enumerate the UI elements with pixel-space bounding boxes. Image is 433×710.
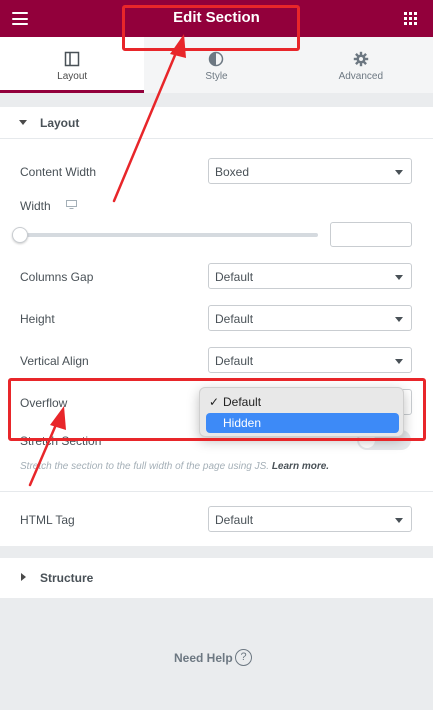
widgets-grid-icon[interactable] — [404, 12, 417, 25]
chevron-down-icon — [395, 170, 403, 175]
half-circle-icon — [209, 51, 224, 67]
chevron-down-icon — [395, 359, 403, 364]
structure-section-title: Structure — [40, 571, 94, 585]
stretch-section-description: Stretch the section to the full width of… — [20, 461, 329, 472]
content-width-label: Content Width — [20, 165, 97, 179]
desktop-monitor-icon[interactable] — [66, 200, 77, 209]
title-highlight-box — [122, 5, 300, 51]
width-input[interactable] — [330, 222, 412, 247]
learn-more-link[interactable]: Learn more. — [272, 461, 329, 472]
tab-advanced[interactable]: Advanced — [288, 37, 433, 93]
columns-gap-value: Default — [215, 270, 254, 284]
gear-icon — [353, 51, 369, 67]
overflow-highlight-box — [8, 378, 426, 441]
tab-advanced-label: Advanced — [338, 71, 384, 82]
tab-separator — [0, 93, 433, 107]
height-select[interactable]: Default — [208, 305, 412, 331]
vertical-align-value: Default — [215, 354, 254, 368]
section-divider — [0, 491, 433, 492]
chevron-down-icon — [395, 317, 403, 322]
help-question-icon[interactable]: ? — [235, 649, 252, 666]
layout-section-title: Layout — [40, 116, 80, 130]
need-help-link[interactable]: Need Help — [174, 651, 233, 665]
layout-columns-icon — [64, 51, 80, 67]
columns-gap-select[interactable]: Default — [208, 263, 412, 289]
html-tag-value: Default — [215, 513, 254, 527]
height-value: Default — [215, 312, 254, 326]
tab-style-label: Style — [205, 71, 228, 82]
vertical-align-select[interactable]: Default — [208, 347, 412, 373]
html-tag-label: HTML Tag — [20, 513, 75, 527]
caret-down-icon — [19, 120, 27, 125]
caret-right-icon — [21, 573, 26, 581]
width-label: Width — [20, 199, 51, 213]
structure-section-toggle[interactable]: Structure — [0, 558, 433, 598]
html-tag-select[interactable]: Default — [208, 506, 412, 532]
stretch-description-text: Stretch the section to the full width of… — [20, 461, 270, 472]
content-width-select[interactable]: Boxed — [208, 158, 412, 184]
chevron-down-icon — [395, 275, 403, 280]
vertical-align-label: Vertical Align — [20, 354, 89, 368]
section-gap — [0, 546, 433, 558]
content-width-value: Boxed — [215, 165, 250, 179]
height-label: Height — [20, 312, 55, 326]
width-slider-handle[interactable] — [12, 227, 28, 243]
layout-section-toggle[interactable]: Layout — [0, 107, 433, 139]
columns-gap-label: Columns Gap — [20, 270, 94, 284]
width-slider-track[interactable] — [20, 233, 318, 237]
chevron-down-icon — [395, 518, 403, 523]
tab-layout-label: Layout — [57, 71, 88, 82]
